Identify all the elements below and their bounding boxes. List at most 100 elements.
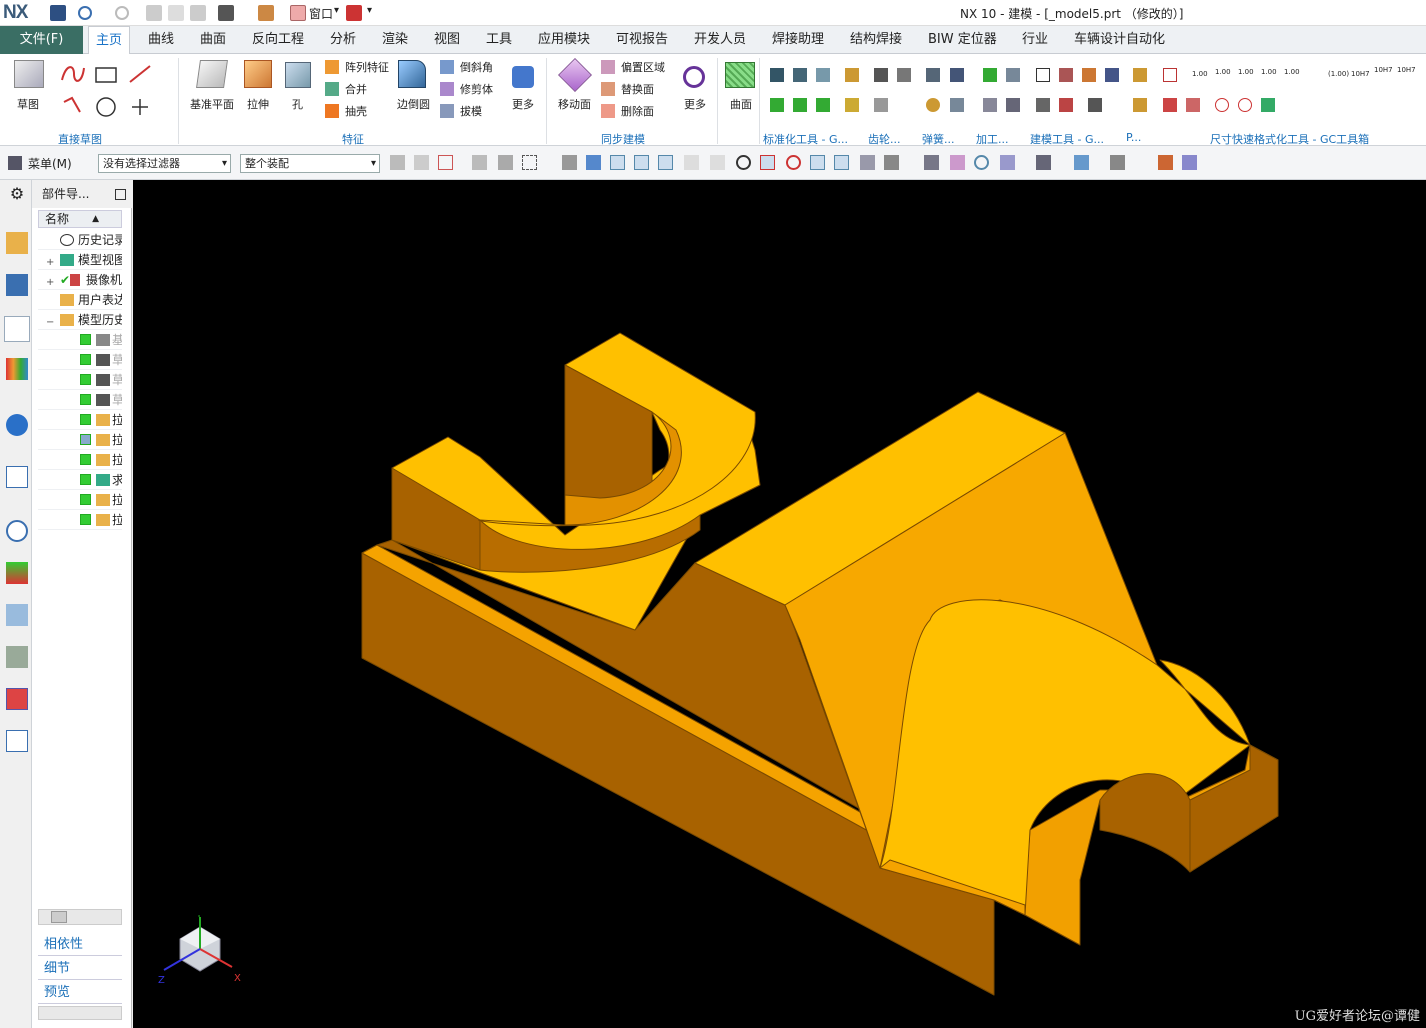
gc-tool-icon[interactable] (770, 98, 784, 112)
tab-biw-locator[interactable]: BIW 定位器 (925, 26, 1000, 54)
machining-tool-icon[interactable] (1006, 68, 1020, 82)
gc-tool-icon[interactable] (816, 98, 830, 112)
more-features-button[interactable]: 更多 (512, 96, 534, 112)
filter-tool-icon[interactable] (472, 155, 487, 170)
part-model[interactable] (133, 180, 1426, 1028)
p-tool-icon[interactable] (1133, 98, 1147, 112)
system-scene-icon[interactable] (6, 688, 28, 710)
tab-developer[interactable]: 开发人员 (691, 26, 749, 54)
window-icon[interactable] (290, 5, 306, 21)
dim-label[interactable]: 1.00 (1215, 68, 1231, 76)
spring-tool-icon[interactable] (926, 68, 940, 82)
dim-label[interactable]: 10H7 (1374, 66, 1393, 74)
chamfer-icon[interactable] (440, 60, 454, 74)
pin-icon[interactable] (115, 189, 126, 200)
datum-plane-button[interactable]: 基准平面 (190, 96, 234, 112)
history-icon[interactable] (6, 520, 28, 542)
datum-plane-icon[interactable] (196, 60, 228, 88)
shell-icon[interactable] (325, 104, 339, 118)
snap-tool-icon[interactable] (884, 155, 899, 170)
machining-tool-icon[interactable] (983, 68, 997, 82)
chevron-down-icon[interactable]: ▾ (334, 5, 339, 16)
dim-label[interactable]: 10H7 (1397, 66, 1416, 74)
collapse-icon[interactable]: − (46, 313, 54, 329)
dim-format-icon[interactable] (1238, 98, 1252, 112)
paste-icon[interactable] (190, 5, 206, 21)
spring-tool-icon[interactable] (926, 98, 940, 112)
filter-tool-icon[interactable] (390, 155, 405, 170)
snap-tool-icon[interactable] (562, 155, 577, 170)
chamfer-button[interactable]: 倒斜角 (460, 59, 493, 75)
spring-tool-icon[interactable] (950, 98, 964, 112)
modeling-tool-icon[interactable] (1105, 68, 1119, 82)
scroll-thumb[interactable] (51, 911, 67, 923)
view-tool-icon[interactable] (924, 155, 939, 170)
snap-tool-icon[interactable] (810, 155, 825, 170)
dim-format-icon[interactable] (1215, 98, 1229, 112)
tab-curve[interactable]: 曲线 (145, 26, 177, 54)
group-machining[interactable]: 加工... (976, 131, 1009, 147)
surface-button[interactable]: 曲面 (730, 96, 752, 112)
web-browser-icon[interactable] (6, 466, 28, 488)
shell-button[interactable]: 抽壳 (345, 103, 367, 119)
role-icon[interactable] (6, 646, 28, 668)
hole-button[interactable]: 孔 (292, 96, 303, 112)
customize-quick-access-icon[interactable]: ▾ (367, 5, 372, 16)
dim-label[interactable]: (1.00) (1328, 70, 1349, 78)
dim-label[interactable]: 10H7 (1351, 70, 1370, 78)
view-tool-icon[interactable] (1110, 155, 1125, 170)
menu-icon[interactable] (8, 156, 22, 170)
tree-node-cameras[interactable]: + ✔ 摄像机 (38, 270, 122, 290)
feature-row[interactable]: 草 (38, 390, 122, 410)
modeling-tool-icon[interactable] (1088, 98, 1102, 112)
offset-region-button[interactable]: 偏置区域 (621, 59, 665, 75)
gc-tool-icon[interactable] (845, 98, 859, 112)
filter-tool-icon[interactable] (414, 155, 429, 170)
edge-blend-button[interactable]: 边倒圆 (397, 96, 430, 112)
edge-blend-icon[interactable] (398, 60, 426, 88)
tab-structure-welding[interactable]: 结构焊接 (847, 26, 905, 54)
hole-icon[interactable] (285, 62, 311, 88)
tab-industry[interactable]: 行业 (1019, 26, 1051, 54)
tree-node-model-history[interactable]: − 模型历史 (38, 310, 122, 330)
gear-icon[interactable]: ⚙ (6, 184, 28, 206)
combine-icon[interactable] (325, 82, 339, 96)
checkbox-icon[interactable] (80, 494, 91, 505)
delete-face-icon[interactable] (601, 104, 615, 118)
machining-tool-icon[interactable] (983, 98, 997, 112)
expand-icon[interactable]: + (46, 253, 54, 269)
window-menu[interactable]: 窗口 (309, 5, 333, 22)
menu-button[interactable]: 菜单(M) (28, 155, 72, 172)
checkbox-icon[interactable] (80, 334, 91, 345)
checkbox-icon[interactable] (80, 414, 91, 425)
gc-tool-icon[interactable] (816, 68, 830, 82)
gc-tool-icon[interactable] (793, 98, 807, 112)
extrude-button[interactable]: 拉伸 (247, 96, 269, 112)
checkbox-icon[interactable] (80, 374, 91, 385)
repeat-command-icon[interactable] (218, 5, 234, 21)
combine-button[interactable]: 合并 (345, 81, 367, 97)
tree-node-model-views[interactable]: + 模型视图 (38, 250, 122, 270)
tab-home[interactable]: 主页 (88, 26, 130, 54)
more-sync-button[interactable]: 更多 (684, 96, 706, 112)
group-gear[interactable]: 齿轮... (868, 131, 901, 147)
preview-panel[interactable]: 预览 (38, 982, 122, 1004)
more-sync-icon[interactable] (683, 66, 705, 88)
name-column-header[interactable]: 名称 ▲ (38, 210, 122, 228)
machining-tool-icon[interactable] (1006, 98, 1020, 112)
feature-row[interactable]: 拉 (38, 430, 122, 450)
snap-tool-icon[interactable] (834, 155, 849, 170)
file-menu[interactable]: 文件(F) (0, 26, 83, 54)
feature-row[interactable]: 基 (38, 330, 122, 350)
dim-label[interactable]: 1.00 (1238, 68, 1254, 76)
manufacturing-wizard-icon[interactable] (6, 604, 28, 626)
feature-row[interactable]: 草 (38, 350, 122, 370)
type-filter-select[interactable]: 没有选择过滤器 (98, 154, 231, 173)
tab-vehicle-design-automation[interactable]: 车辆设计自动化 (1071, 26, 1168, 54)
view-tool-icon[interactable] (950, 155, 965, 170)
pattern-feature-icon[interactable] (325, 60, 339, 74)
select-rectangle-icon[interactable] (522, 155, 537, 170)
tab-tools[interactable]: 工具 (483, 26, 515, 54)
view-tool-icon[interactable] (1036, 155, 1051, 170)
group-direct-sketch[interactable]: 直接草图 (58, 131, 102, 147)
